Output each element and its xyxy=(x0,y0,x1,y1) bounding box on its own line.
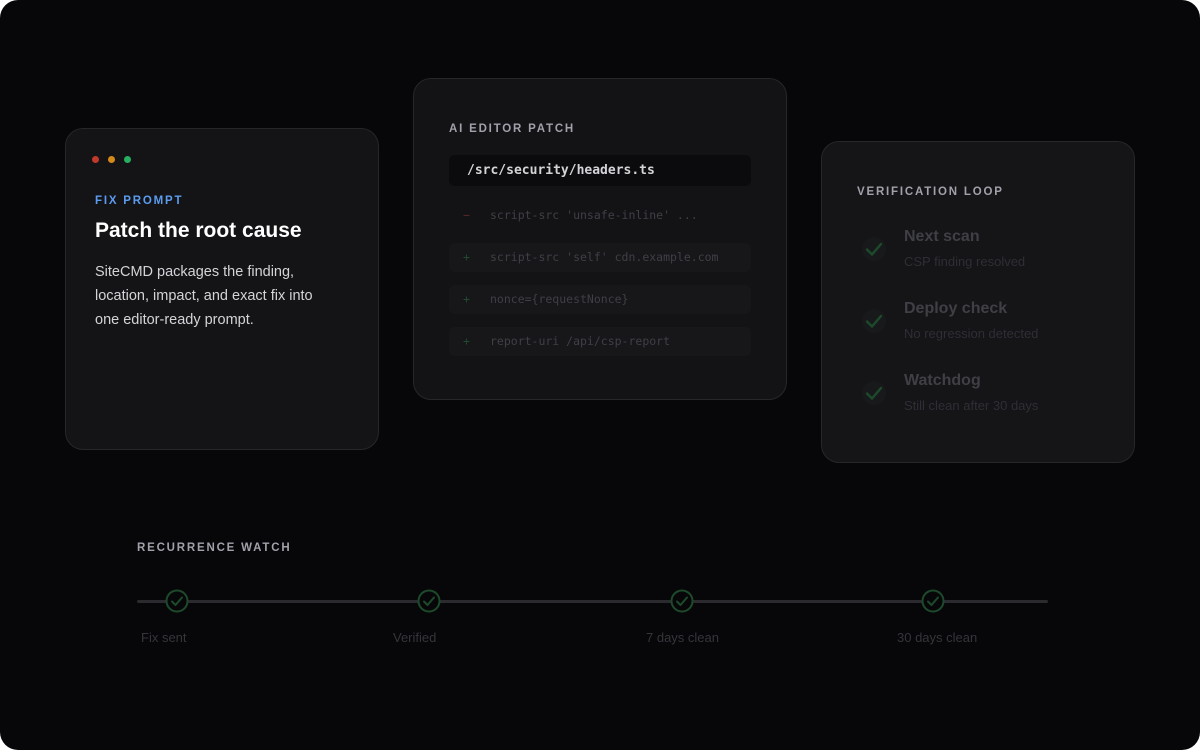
green-dot-icon xyxy=(124,156,131,163)
diff-line-text: script-src 'self' cdn.example.com xyxy=(490,250,719,264)
verify-eyebrow: VERIFICATION LOOP xyxy=(857,186,1004,198)
verification-item: Watchdog Still clean after 30 days xyxy=(857,372,1117,418)
check-circle-icon xyxy=(921,589,945,613)
diff-line-text: script-src 'unsafe-inline' ... xyxy=(490,208,698,222)
timeline-step-label: Fix sent xyxy=(141,630,187,645)
file-path: /src/security/headers.ts xyxy=(449,155,751,186)
plus-icon: + xyxy=(463,292,470,306)
verification-loop-card: VERIFICATION LOOP Next scan CSP finding … xyxy=(821,141,1135,463)
diff-line-added: + report-uri /api/csp-report xyxy=(449,327,751,356)
patch-eyebrow: AI EDITOR PATCH xyxy=(449,123,576,135)
yellow-dot-icon xyxy=(108,156,115,163)
red-dot-icon xyxy=(92,156,99,163)
verification-title: Watchdog xyxy=(904,372,981,389)
verification-item: Next scan CSP finding resolved xyxy=(857,228,1117,274)
timeline-step-label: 30 days clean xyxy=(897,630,978,645)
verification-item: Deploy check No regression detected xyxy=(857,300,1117,346)
check-circle-icon xyxy=(165,589,189,613)
check-circle-icon xyxy=(670,589,694,613)
verification-subtitle: No regression detected xyxy=(904,326,1039,341)
verification-title: Deploy check xyxy=(904,300,1008,317)
fix-eyebrow: FIX PROMPT xyxy=(95,195,184,207)
timeline-track xyxy=(137,600,1048,603)
diff-line-text: report-uri /api/csp-report xyxy=(490,334,671,348)
ai-editor-patch-card: AI EDITOR PATCH /src/security/headers.ts… xyxy=(413,78,787,400)
verification-subtitle: Still clean after 30 days xyxy=(904,398,1039,413)
verification-title: Next scan xyxy=(904,228,980,245)
timeline-step-label: 7 days clean xyxy=(646,630,719,645)
fix-prompt-card: FIX PROMPT Patch the root cause SiteCMD … xyxy=(65,128,379,450)
fix-title: Patch the root cause xyxy=(95,219,302,242)
diff-line-added: + script-src 'self' cdn.example.com xyxy=(449,243,751,272)
minus-icon: − xyxy=(463,208,470,222)
verification-subtitle: CSP finding resolved xyxy=(904,254,1026,269)
diff-line-removed: − script-src 'unsafe-inline' ... xyxy=(449,201,751,230)
check-icon xyxy=(862,237,886,261)
diff-line-added: + nonce={requestNonce} xyxy=(449,285,751,314)
recurrence-eyebrow: RECURRENCE WATCH xyxy=(137,542,292,554)
fix-description: SiteCMD packages the finding, location, … xyxy=(95,264,313,328)
timeline-step-label: Verified xyxy=(393,630,437,645)
diff-line-text: nonce={requestNonce} xyxy=(490,292,629,306)
check-icon xyxy=(862,381,886,405)
window-dots xyxy=(92,156,131,163)
check-circle-icon xyxy=(417,589,441,613)
canvas: FIX PROMPT Patch the root cause SiteCMD … xyxy=(0,0,1200,750)
plus-icon: + xyxy=(463,250,470,264)
plus-icon: + xyxy=(463,334,470,348)
check-icon xyxy=(862,309,886,333)
